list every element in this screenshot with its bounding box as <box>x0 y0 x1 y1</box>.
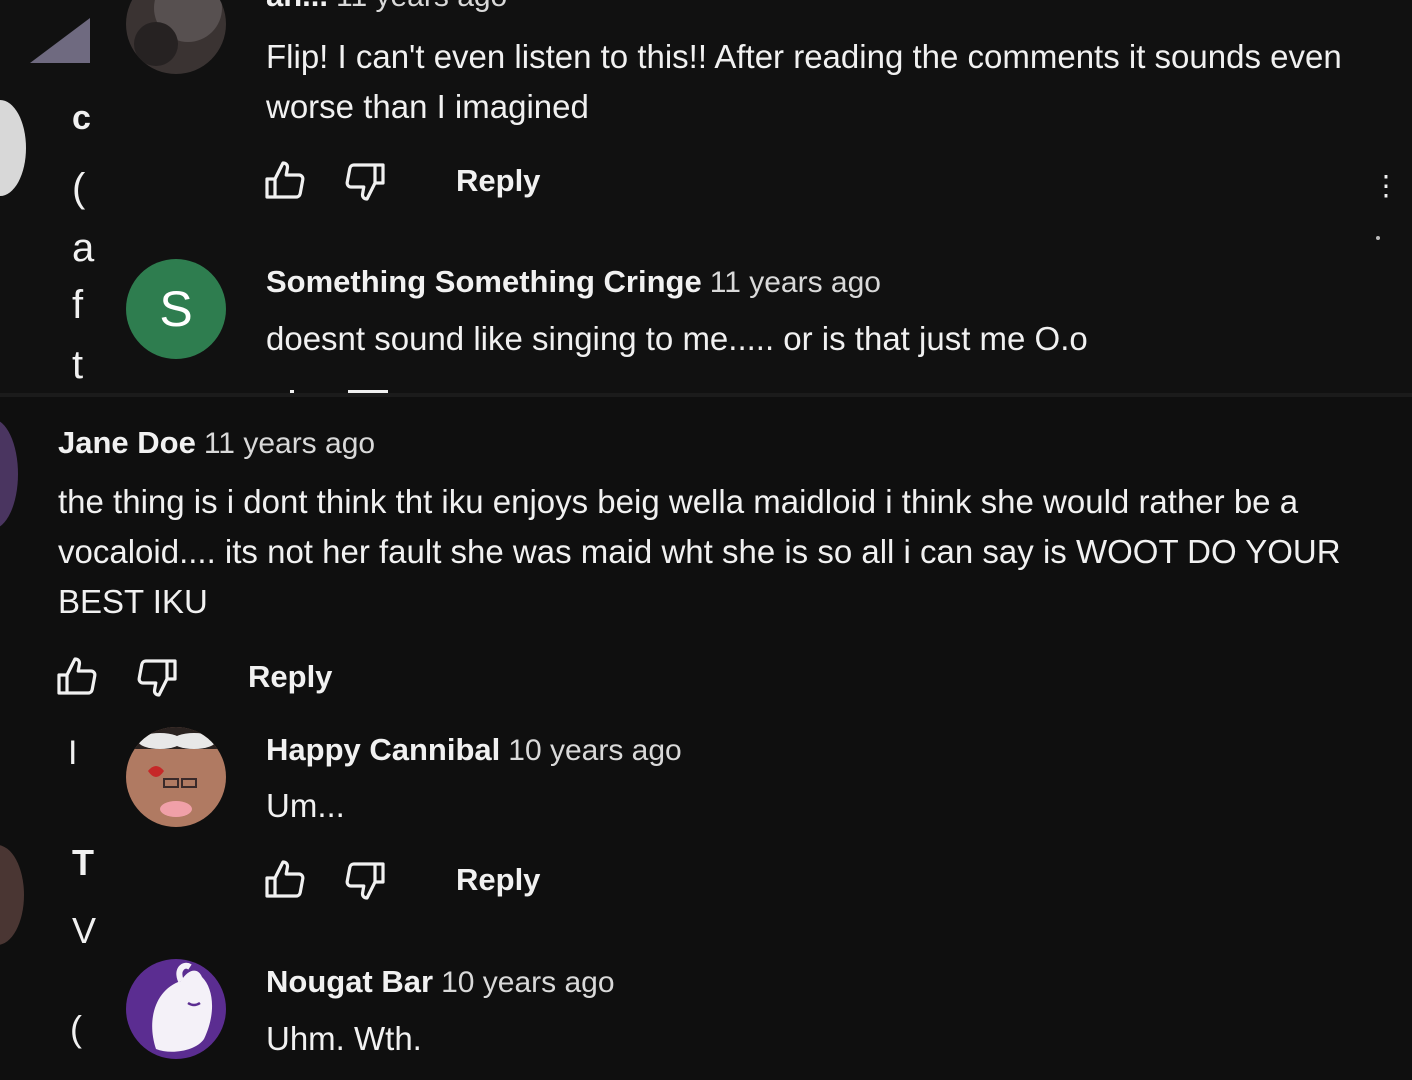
left-edge-glyph: ( <box>70 1008 82 1049</box>
comment-text: the thing is i dont think tht iku enjoys… <box>58 483 1341 620</box>
comment-actions: Reply <box>52 652 332 702</box>
thumbs-up-icon <box>265 860 305 898</box>
comment-time[interactable]: 11 years ago <box>204 427 375 460</box>
thumbs-up-icon <box>57 657 97 695</box>
comment-author[interactable]: Jane Doe 11 years ago <box>58 425 375 461</box>
like-button[interactable] <box>52 652 102 702</box>
avatar[interactable]: S <box>126 259 226 359</box>
comment-text: doesnt sound like singing to me..... or … <box>266 320 1088 357</box>
thumbs-up-icon <box>265 161 305 199</box>
avatar[interactable] <box>126 959 226 1059</box>
comments-panel-top: c ( a f t ah... 11 years ago Flip! I can'… <box>0 0 1412 393</box>
comment-author[interactable]: Happy Cannibal 10 years ago <box>266 732 682 768</box>
comments-panel-bottom: I T V ( Jane Doe 11 years ago the thing i… <box>0 397 1412 1080</box>
comment-author[interactable]: Something Something Cringe 11 years ago <box>266 264 881 300</box>
thumbs-down-icon <box>137 659 177 697</box>
left-edge-glyph: ( <box>72 166 86 210</box>
left-edge-glyph: T <box>72 842 94 883</box>
reply-button[interactable]: Reply <box>456 163 540 199</box>
dislike-button[interactable] <box>340 156 390 206</box>
comment-time[interactable]: 11 years ago <box>336 0 507 13</box>
left-edge-avatar-partial <box>30 18 90 63</box>
avatar[interactable] <box>126 727 226 827</box>
author-name[interactable]: Happy Cannibal <box>266 732 500 767</box>
more-actions-dot <box>1376 236 1380 240</box>
comment-time[interactable]: 11 years ago <box>710 266 881 299</box>
comment-author[interactable]: Nougat Bar 10 years ago <box>266 964 615 1000</box>
dislike-button[interactable] <box>340 855 390 905</box>
author-name[interactable]: Something Something Cringe <box>266 264 702 299</box>
author-name[interactable]: ah... <box>266 0 328 13</box>
left-edge-glyph: V <box>72 910 97 951</box>
left-edge-glyph: a <box>72 226 95 270</box>
like-button[interactable] <box>260 156 310 206</box>
left-edge-glyph: I <box>68 734 78 772</box>
left-edge-glyph: t <box>72 343 84 387</box>
left-edge-avatar-partial <box>0 845 24 945</box>
like-button[interactable] <box>260 855 310 905</box>
author-name[interactable]: Nougat Bar <box>266 964 433 999</box>
comment-text: Um... <box>266 787 345 824</box>
left-edge-glyph: f <box>72 283 84 327</box>
thumbs-down-icon <box>345 862 385 900</box>
reply-button[interactable]: Reply <box>248 659 332 695</box>
comment-actions: Reply <box>260 156 540 206</box>
left-edge-avatar-partial-2 <box>0 100 26 196</box>
comment-actions: Reply <box>260 855 540 905</box>
dislike-button[interactable] <box>132 652 182 702</box>
avatar[interactable] <box>126 0 226 74</box>
more-actions-icon[interactable]: ⋮ <box>1372 172 1400 200</box>
comment-text: Flip! I can't even listen to this!! Afte… <box>266 38 1342 125</box>
reply-button[interactable]: Reply <box>456 862 540 898</box>
comment-time[interactable]: 10 years ago <box>508 734 681 767</box>
avatar-letter: S <box>159 281 193 337</box>
comment-author[interactable]: ah... 11 years ago <box>266 0 507 14</box>
left-edge-avatar-partial <box>0 419 18 529</box>
comment-text: Uhm. Wth. <box>266 1020 422 1057</box>
left-edge-glyph: c <box>72 99 91 137</box>
author-name[interactable]: Jane Doe <box>58 425 196 460</box>
comment-time[interactable]: 10 years ago <box>441 966 614 999</box>
thumbs-down-icon <box>345 163 385 201</box>
